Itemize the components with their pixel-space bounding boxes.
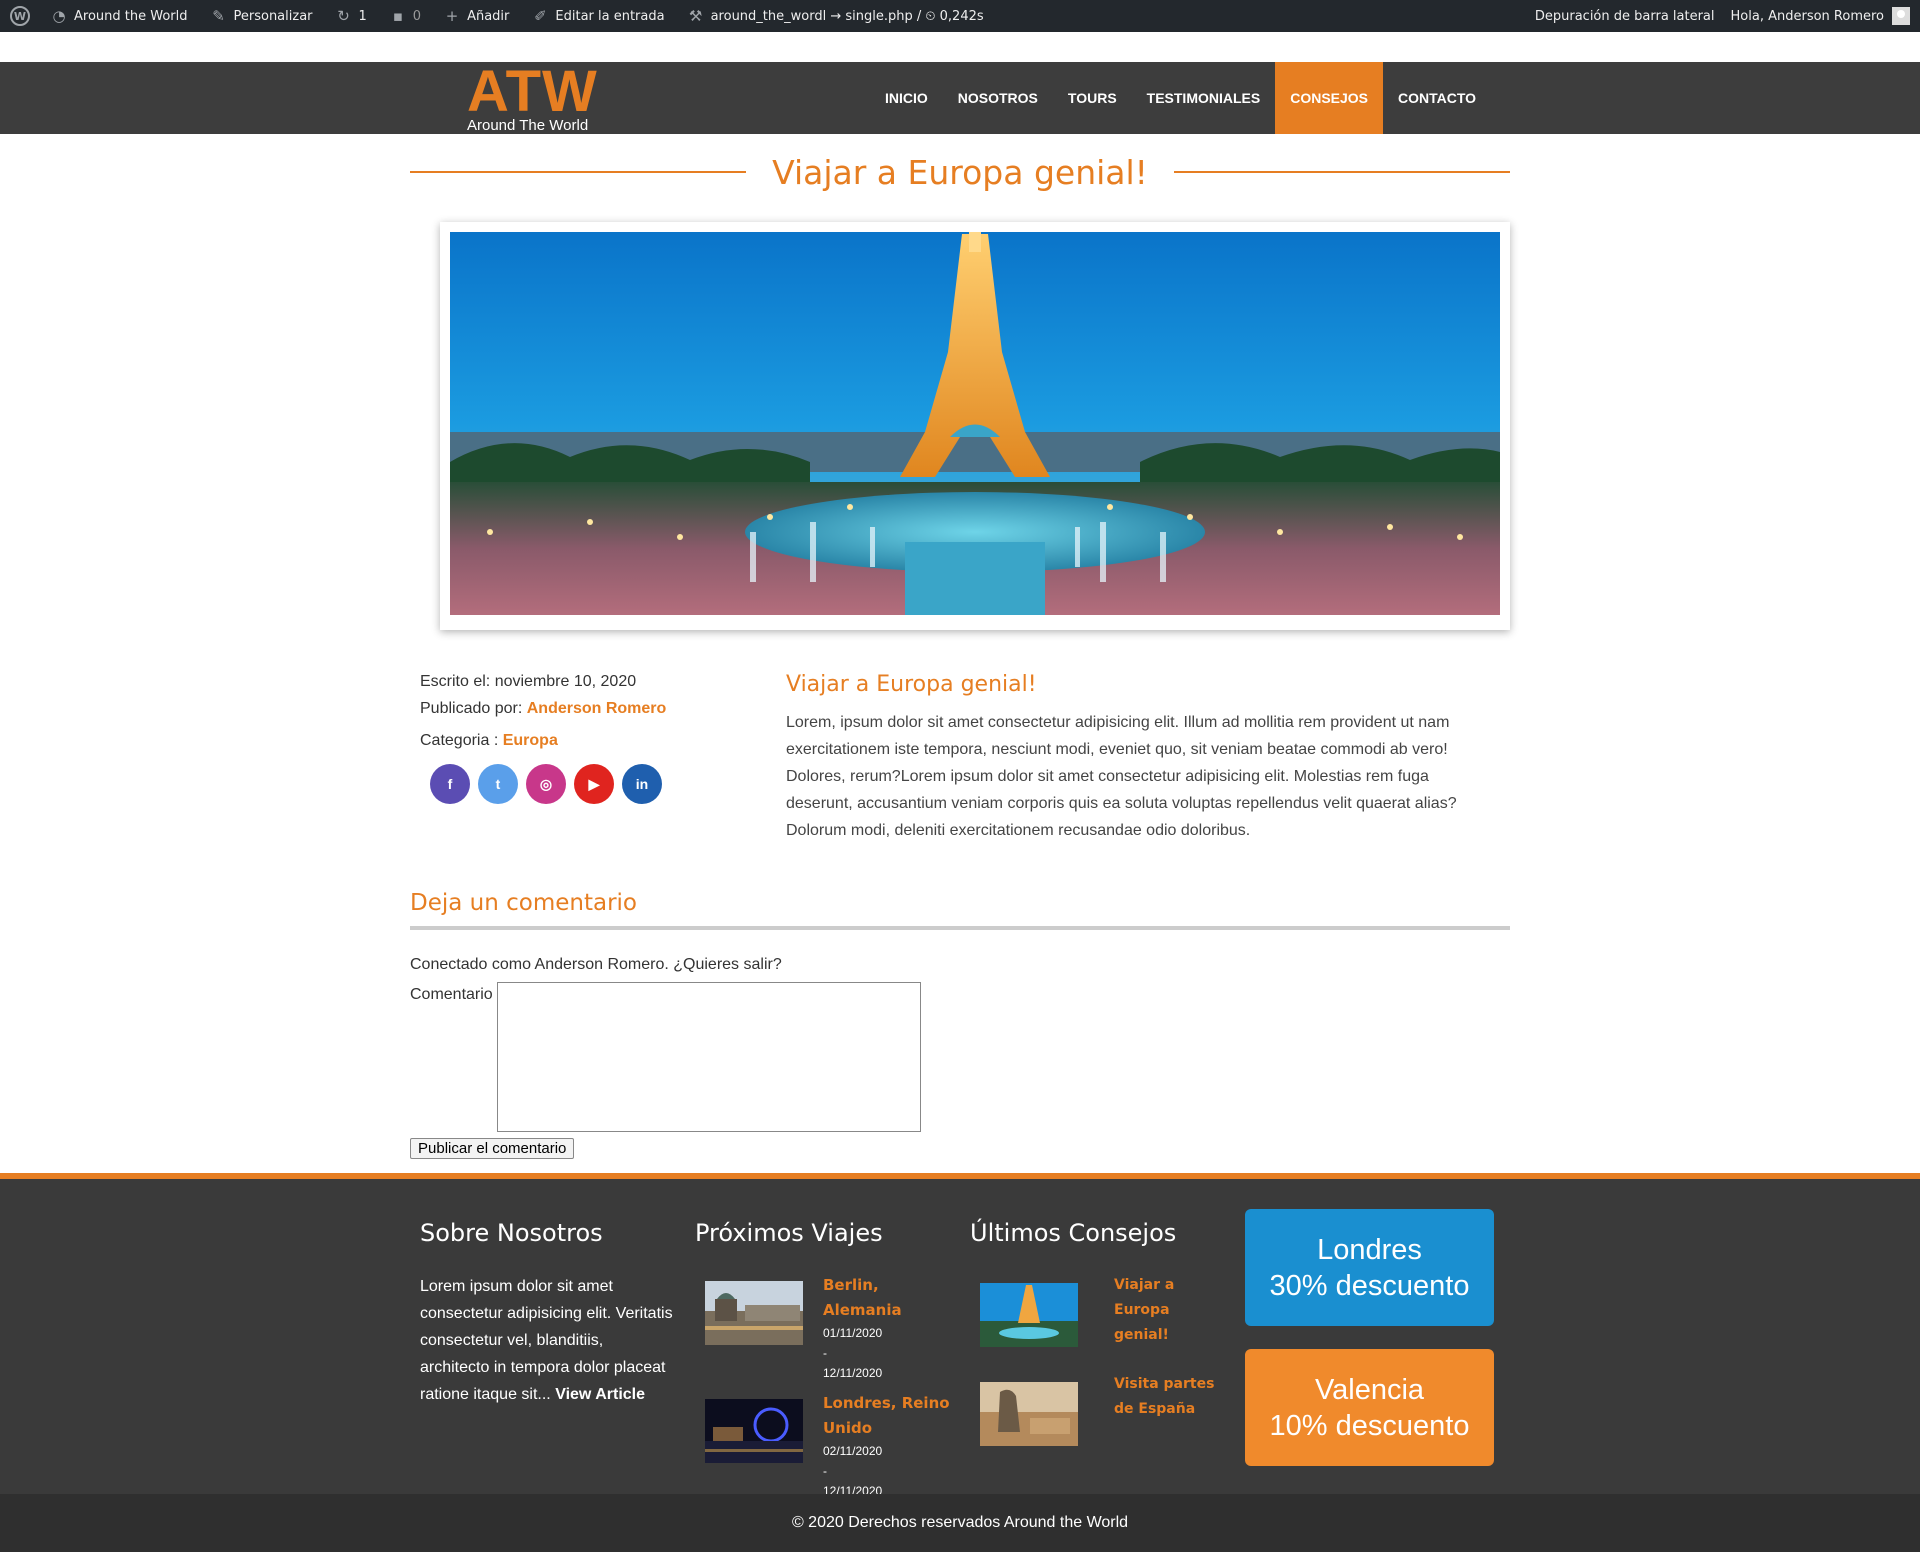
post-category-row: Categoria : Europa: [420, 732, 558, 749]
youtube-icon[interactable]: ▶: [574, 764, 614, 804]
submit-comment-button[interactable]: Publicar el comentario: [410, 1138, 575, 1159]
sidebar-debug-link[interactable]: Depuración de barra lateral: [1535, 9, 1715, 24]
avatar: [1892, 7, 1910, 25]
comment-row: Comentario: [410, 982, 1510, 1132]
admin-customize-link[interactable]: ✎ Personalizar: [210, 7, 312, 25]
promo-valencia[interactable]: Valencia 10% descuento: [1245, 1349, 1494, 1466]
plus-icon: +: [445, 7, 459, 25]
promo-discount: 10% descuento: [1269, 1409, 1470, 1442]
post-author-row: Publicado por: Anderson Romero: [420, 700, 667, 717]
twitter-icon[interactable]: t: [478, 764, 518, 804]
wordpress-logo-icon[interactable]: W: [10, 6, 30, 26]
nav-contacto[interactable]: CONTACTO: [1383, 62, 1491, 134]
admin-debug-link[interactable]: ⚒ around_the_wordl → single.php / ⏲ 0,242…: [687, 7, 984, 25]
trip-item[interactable]: Londres, Reino Unido 02/11/2020 - 12/11/…: [695, 1391, 955, 1501]
trip-start: 02/11/2020: [823, 1444, 883, 1458]
comments-heading: Deja un comentario: [410, 890, 1510, 930]
footer-tips: Últimos Consejos Viajar a Europa genial!…: [970, 1219, 1230, 1470]
post-heading: Viajar a Europa genial!: [786, 672, 1037, 697]
social-share: f t ◎ ▶ in: [430, 764, 700, 804]
title-divider-left: [410, 171, 747, 173]
tip-name[interactable]: Viajar a Europa genial!: [1114, 1273, 1224, 1348]
post-content: Viajar a Europa genial! Lorem, ipsum dol…: [786, 672, 1466, 844]
comment-label: Comentario: [410, 986, 493, 1003]
nav-tours[interactable]: TOURS: [1053, 62, 1132, 134]
instagram-icon[interactable]: ◎: [526, 764, 566, 804]
post-date: Escrito el: noviembre 10, 2020: [420, 673, 637, 690]
promo-londres[interactable]: Londres 30% descuento: [1245, 1209, 1494, 1326]
tips-title: Últimos Consejos: [970, 1219, 1177, 1247]
view-article-link[interactable]: View Article: [555, 1386, 645, 1403]
copyright-text: © 2020 Derechos reservados Around the Wo…: [791, 1514, 1129, 1531]
comment-textarea[interactable]: [496, 982, 921, 1132]
trip-name[interactable]: Londres, Reino Unido: [823, 1391, 955, 1441]
admin-site-link[interactable]: ◔ Around the World: [50, 7, 187, 25]
eiffel-thumbnail: [980, 1283, 1078, 1347]
logged-in-text[interactable]: Conectado como Anderson Romero. ¿Quieres…: [410, 956, 1510, 974]
tip-item[interactable]: Visita partes de España: [970, 1372, 1230, 1446]
account-menu[interactable]: Hola, Anderson Romero: [1731, 7, 1910, 25]
promo-discount: 30% descuento: [1269, 1269, 1470, 1302]
post-body: Lorem, ipsum dolor sit amet consectetur …: [786, 714, 1457, 839]
nav-consejos[interactable]: CONSEJOS: [1275, 62, 1384, 134]
page-title-row: Viajar a Europa genial!: [410, 150, 1510, 194]
trip-sep: -: [823, 1464, 827, 1478]
about-text: Lorem ipsum dolor sit amet consectetur a…: [420, 1278, 673, 1403]
trip-start: 01/11/2020: [823, 1326, 883, 1340]
trip-item[interactable]: Berlin, Alemania 01/11/2020 - 12/11/2020: [695, 1273, 955, 1383]
trip-sep: -: [823, 1346, 827, 1360]
trip-info: Londres, Reino Unido 02/11/2020 - 12/11/…: [823, 1391, 955, 1501]
main-nav: INICIO NOSOTROS TOURS TESTIMONIALES CONS…: [870, 62, 1491, 134]
brush-icon: ✎: [212, 7, 225, 25]
comment-section: Deja un comentario Conectado como Anders…: [410, 890, 1510, 1159]
about-title: Sobre Nosotros: [420, 1219, 603, 1247]
admin-bar-right: Depuración de barra lateral Hola, Anders…: [1535, 7, 1910, 25]
spain-thumbnail: [980, 1382, 1078, 1446]
title-divider-right: [1173, 171, 1510, 173]
admin-edit-link[interactable]: ✐ Editar la entrada: [531, 7, 665, 25]
logo-mark: ATW: [467, 59, 598, 124]
nav-nosotros[interactable]: NOSOTROS: [943, 62, 1053, 134]
admin-comments-link[interactable]: ▪ 0: [389, 7, 421, 25]
berlin-thumbnail: [705, 1281, 803, 1345]
facebook-icon[interactable]: f: [430, 764, 470, 804]
page-title: Viajar a Europa genial!: [772, 152, 1148, 192]
featured-image: [440, 222, 1510, 630]
pencil-icon: ✐: [534, 7, 547, 25]
comment-icon: ▪: [392, 7, 403, 25]
tip-name[interactable]: Visita partes de España: [1114, 1372, 1224, 1446]
footer-trips: Próximos Viajes Berlin, Alemania 01/11/2…: [695, 1219, 955, 1509]
promo-city: Londres: [1317, 1233, 1422, 1266]
category-link[interactable]: Europa: [503, 732, 558, 749]
trip-name[interactable]: Berlin, Alemania: [823, 1273, 955, 1323]
promo-city: Valencia: [1314, 1373, 1425, 1406]
trip-info: Berlin, Alemania 01/11/2020 - 12/11/2020: [823, 1273, 955, 1383]
nav-inicio[interactable]: INICIO: [870, 62, 943, 134]
linkedin-icon[interactable]: in: [622, 764, 662, 804]
copyright-bar: © 2020 Derechos reservados Around the Wo…: [0, 1494, 1920, 1552]
dashboard-icon: ◔: [52, 7, 66, 25]
tip-item[interactable]: Viajar a Europa genial!: [970, 1273, 1230, 1348]
admin-add-link[interactable]: + Añadir: [443, 7, 510, 25]
admin-updates-link[interactable]: ↻ 1: [335, 7, 367, 25]
london-thumbnail: [705, 1399, 803, 1463]
trip-end: 12/11/2020: [823, 1366, 883, 1380]
author-link[interactable]: Anderson Romero: [527, 700, 667, 717]
admin-bar: W ◔ Around the World ✎ Personalizar ↻ 1 ▪ 0 …: [0, 0, 1920, 32]
site-footer: Sobre Nosotros Lorem ipsum dolor sit ame…: [0, 1173, 1920, 1498]
post-meta: Escrito el: noviembre 10, 2020 Publicado…: [420, 668, 700, 804]
logo-tagline: Around The World: [467, 117, 589, 134]
wrench-icon: ⚒: [688, 7, 703, 25]
trips-title: Próximos Viajes: [695, 1219, 883, 1247]
footer-about: Sobre Nosotros Lorem ipsum dolor sit ame…: [420, 1219, 675, 1408]
eiffel-tower-image: [450, 232, 1500, 615]
nav-testimoniales[interactable]: TESTIMONIALES: [1132, 62, 1276, 134]
refresh-icon: ↻: [337, 7, 350, 25]
